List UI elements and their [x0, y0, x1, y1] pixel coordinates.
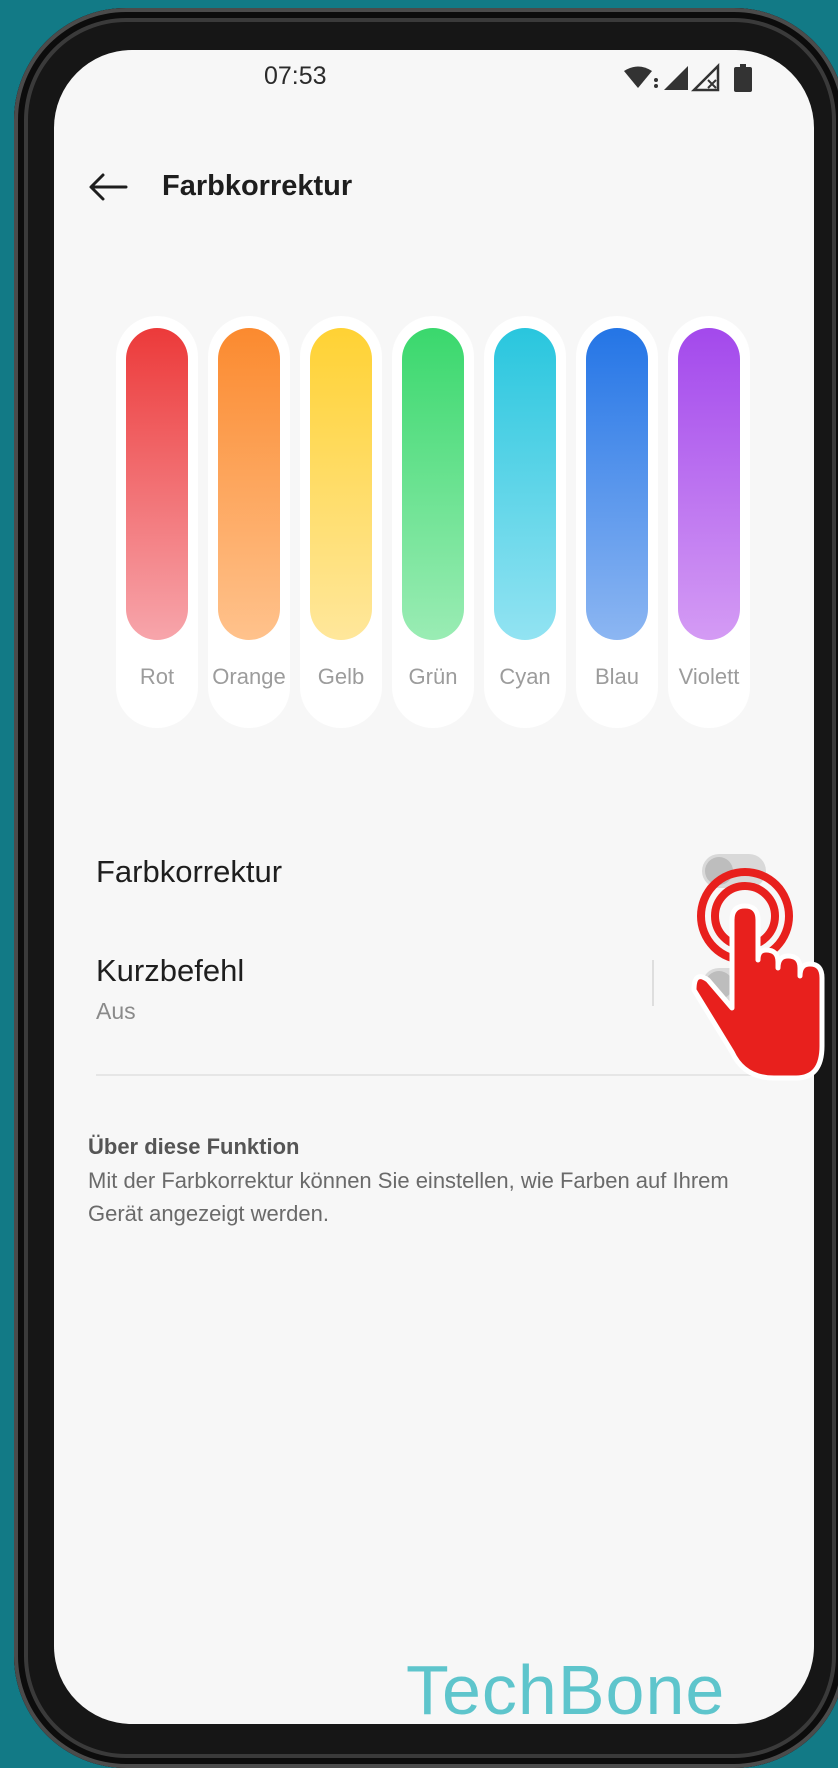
signal-icon — [664, 66, 688, 90]
battery-icon — [734, 64, 752, 92]
color-label: Cyan — [499, 664, 551, 689]
color-swatch-bar — [310, 328, 372, 640]
shortcut-divider — [652, 960, 654, 1006]
shortcut-status: Aus — [96, 998, 136, 1024]
color-card: Rot — [116, 316, 198, 728]
color-card: Grün — [392, 316, 474, 728]
techbone-watermark: TechBone — [406, 1651, 726, 1724]
status-icons — [622, 62, 758, 101]
color-swatch-bar — [218, 328, 280, 640]
color-label: Orange — [212, 664, 286, 689]
about-heading: Über diese Funktion — [88, 1134, 300, 1159]
app-header: Farbkorrektur — [54, 150, 814, 230]
color-card: Blau — [576, 316, 658, 728]
color-swatch-bar — [494, 328, 556, 640]
wifi-icon — [624, 66, 658, 88]
page-title: Farbkorrektur — [162, 170, 353, 202]
color-label: Rot — [139, 664, 175, 689]
color-card: Cyan — [484, 316, 566, 728]
color-card: Orange — [208, 316, 290, 728]
color-swatch-bar — [678, 328, 740, 640]
color-swatch-bar — [402, 328, 464, 640]
shortcut-label[interactable]: Kurzbefehl — [96, 953, 244, 989]
color-label: Grün — [408, 664, 458, 689]
color-label: Blau — [594, 664, 640, 689]
color-card: Gelb — [300, 316, 382, 728]
color-correction-label: Farbkorrektur — [96, 854, 283, 889]
status-bar: 07:53 — [54, 50, 814, 110]
status-time: 07:53 — [264, 62, 327, 90]
color-swatch-bar — [126, 328, 188, 640]
arrow-left-icon[interactable] — [88, 172, 128, 202]
tap-hand-icon — [688, 868, 826, 1084]
color-preview-row: Rot Orange Gelb Grün Cyan Blau Violett — [116, 316, 756, 736]
color-label: Gelb — [317, 664, 365, 689]
about-description: Mit der Farbkorrektur können Sie einstel… — [88, 1168, 729, 1226]
signal-no-service-icon — [690, 62, 720, 92]
color-card: Violett — [668, 316, 750, 728]
color-swatch-bar — [586, 328, 648, 640]
color-label: Violett — [678, 664, 740, 689]
section-divider — [96, 1074, 762, 1076]
